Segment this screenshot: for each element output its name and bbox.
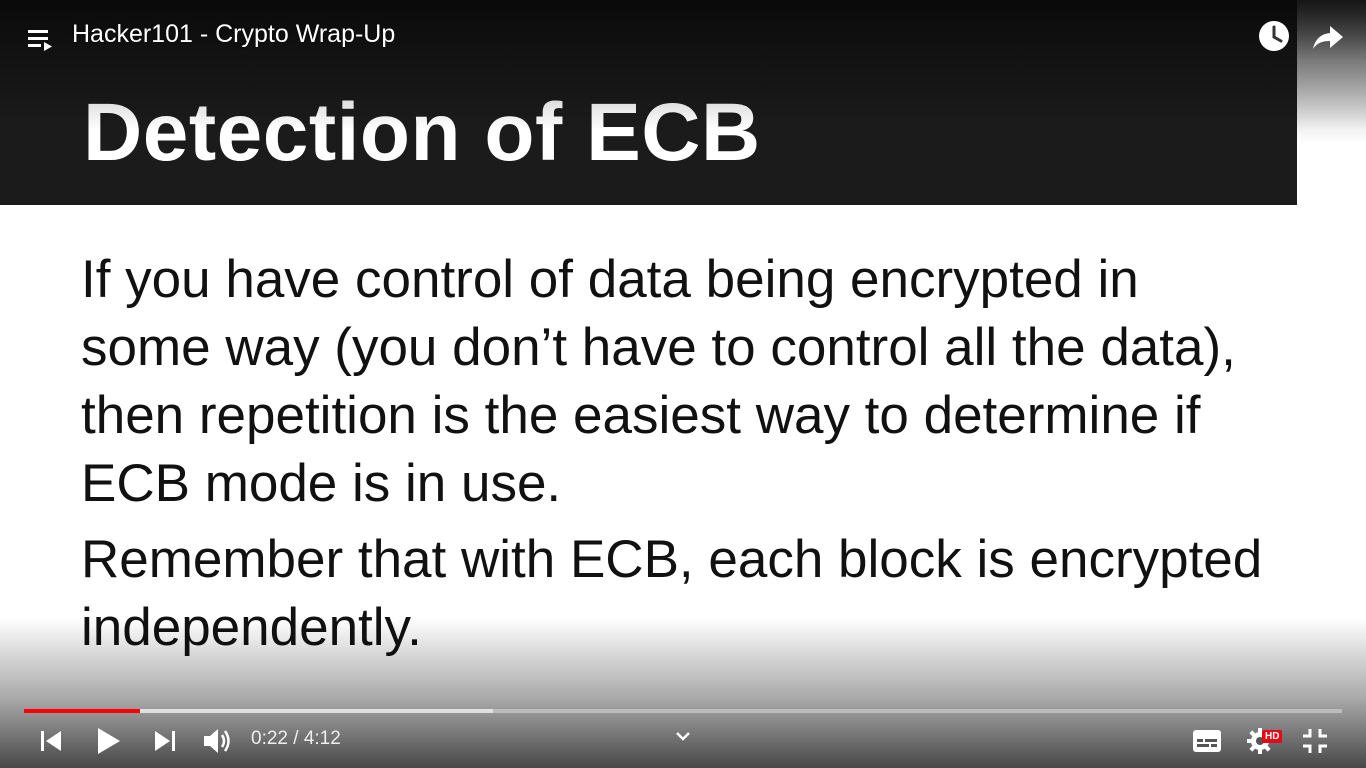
volume-icon — [204, 729, 230, 753]
exit-fullscreen-button[interactable] — [1300, 726, 1330, 756]
time-separator: / — [287, 728, 304, 749]
previous-button[interactable] — [36, 726, 66, 756]
progress-played — [24, 709, 140, 713]
watch-later-button[interactable] — [1256, 18, 1292, 54]
chapter-expand-button[interactable] — [673, 728, 693, 744]
video-title[interactable]: Hacker101 - Crypto Wrap-Up — [72, 20, 395, 49]
skip-previous-icon — [41, 731, 61, 751]
share-button[interactable] — [1310, 18, 1346, 54]
time-display: 0:22 / 4:12 — [251, 728, 341, 750]
slide-paragraph: If you have control of data being encryp… — [81, 250, 1236, 513]
time-total: 4:12 — [303, 728, 341, 749]
exit-fullscreen-icon — [1303, 729, 1327, 753]
play-button[interactable] — [92, 724, 126, 758]
clock-icon — [1259, 21, 1289, 51]
volume-button[interactable] — [201, 724, 235, 758]
next-button[interactable] — [150, 726, 180, 756]
play-icon — [98, 728, 120, 754]
playlist-button[interactable] — [26, 26, 56, 52]
slide-body: If you have control of data being encryp… — [81, 246, 1281, 670]
progress-bar[interactable] — [24, 709, 1342, 713]
subtitles-icon — [1193, 730, 1221, 752]
skip-next-icon — [155, 731, 175, 751]
hd-badge: HD — [1262, 730, 1283, 743]
playlist-icon — [28, 30, 52, 51]
chevron-down-icon — [676, 732, 690, 741]
subtitles-button[interactable] — [1191, 727, 1223, 755]
time-current: 0:22 — [251, 728, 288, 749]
share-arrow-icon — [1313, 26, 1343, 49]
